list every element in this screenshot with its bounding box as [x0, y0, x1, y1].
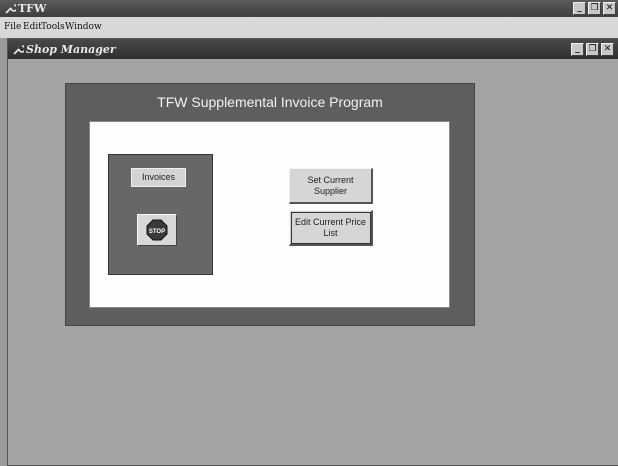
- form-title: TFW Supplemental Invoice Program: [157, 94, 383, 110]
- stop-sign-text: STOP: [149, 229, 165, 235]
- stop-button[interactable]: STOP: [137, 214, 177, 246]
- menu-file[interactable]: File: [4, 22, 21, 32]
- edit-current-price-list-label: Edit Current Price List: [294, 216, 367, 238]
- minimize-button[interactable]: _: [573, 2, 586, 15]
- close-button[interactable]: ✕: [603, 2, 616, 15]
- menu-bar: File Edit Tools Window: [0, 17, 618, 39]
- menu-tools[interactable]: Tools: [41, 22, 65, 32]
- child-window-title: Shop Manager: [26, 43, 116, 56]
- child-restore-button[interactable]: ❐: [586, 43, 599, 56]
- shop-manager-window: Shop Manager _ ❐ ✕ TFW Supplemental Invo…: [7, 38, 618, 466]
- form-content-area: Invoices STOP Set Current Supplier Edit …: [89, 121, 450, 308]
- child-titlebar: Shop Manager _ ❐ ✕: [8, 39, 618, 59]
- set-current-supplier-button[interactable]: Set Current Supplier: [289, 168, 373, 204]
- wrench-icon: [13, 45, 24, 55]
- invoices-group: Invoices STOP: [108, 154, 213, 275]
- edit-current-price-list-button[interactable]: Edit Current Price List: [289, 210, 373, 246]
- restore-button[interactable]: ❐: [588, 2, 601, 15]
- app-window-controls: _ ❐ ✕: [573, 2, 616, 15]
- menu-window[interactable]: Window: [65, 22, 102, 32]
- set-current-supplier-label: Set Current Supplier: [307, 174, 354, 196]
- invoices-button[interactable]: Invoices: [131, 168, 186, 187]
- child-close-button[interactable]: ✕: [601, 43, 614, 56]
- child-minimize-button[interactable]: _: [571, 43, 584, 56]
- app-title: TFW: [18, 2, 47, 15]
- invoice-form-panel: TFW Supplemental Invoice Program Invoice…: [65, 83, 475, 326]
- wrench-icon: [5, 4, 16, 14]
- stop-sign-icon: STOP: [146, 219, 168, 241]
- child-window-controls: _ ❐ ✕: [571, 43, 614, 56]
- menu-edit[interactable]: Edit: [23, 22, 42, 32]
- app-titlebar: TFW _ ❐ ✕: [0, 0, 618, 17]
